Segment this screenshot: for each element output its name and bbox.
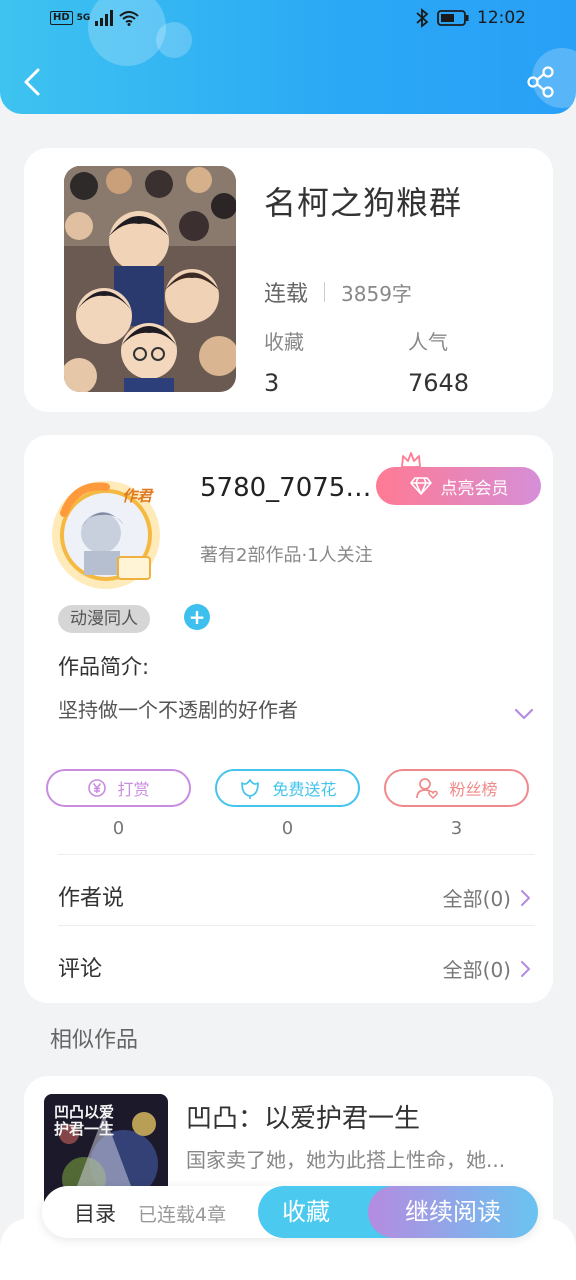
tip-label: 打赏 [117, 780, 150, 799]
serial-status: 连载 [264, 282, 309, 307]
favorites-stat: 收藏 3 [264, 326, 304, 397]
bluetooth-icon [416, 8, 429, 28]
chevron-right-icon [521, 960, 530, 977]
author-says-label: 作者说 [58, 886, 125, 911]
book-cover[interactable] [64, 166, 236, 392]
send-flower-button[interactable]: 免费送花 [215, 769, 360, 807]
author-card: 作君 5780_70758... 点亮会员 著有2部作品·1人关注 动漫同人 +… [24, 435, 553, 1003]
wifi-icon [119, 11, 139, 26]
popularity-stat: 人气 7648 [408, 326, 469, 397]
chapter-count: 已连载4章 [138, 1204, 227, 1226]
author-name[interactable]: 5780_70758... [200, 473, 380, 503]
chevron-down-icon[interactable] [513, 707, 535, 721]
avatar-badge: 作君 [122, 487, 153, 505]
comments-label: 评论 [58, 957, 103, 982]
intro-label: 作品简介: [58, 655, 150, 679]
hd-badge: HD [50, 11, 73, 25]
book-info-card: 名柯之狗粮群 连载 3859字 收藏 3 人气 7648 [24, 148, 553, 412]
book-title: 名柯之狗粮群 [264, 184, 463, 222]
author-says-link[interactable]: 全部(0) [443, 883, 531, 912]
comments-all: 全部(0) [442, 958, 511, 982]
tip-count: 0 [112, 818, 125, 839]
vip-button[interactable]: 点亮会员 [376, 467, 541, 505]
header: HD 5G 12:02 [0, 0, 576, 114]
similar-work-title: 凹凸：以爱护君一生 [186, 1104, 421, 1134]
favorites-label: 收藏 [264, 330, 304, 354]
clock: 12:02 [477, 8, 526, 28]
fan-rank-label: 粉丝榜 [449, 780, 498, 799]
word-count: 3859字 [341, 281, 412, 306]
battery-icon [437, 10, 469, 26]
book-status-row: 连载 3859字 [264, 276, 412, 308]
fan-rank-button[interactable]: 粉丝榜 [384, 769, 529, 807]
signal-icon [95, 10, 114, 26]
author-says-all: 全部(0) [442, 887, 511, 911]
toc-button[interactable]: 目录 [74, 1198, 116, 1228]
divider [58, 854, 535, 855]
divider [58, 925, 535, 926]
intro-text: 坚持做一个不透剧的好作者 [58, 698, 298, 722]
favorites-value: 3 [264, 369, 280, 397]
share-button[interactable] [526, 66, 556, 98]
similar-section-title: 相似作品 [50, 1028, 139, 1053]
chevron-right-icon [521, 889, 530, 906]
author-meta: 著有2部作品·1人关注 [200, 545, 373, 566]
vip-button-label: 点亮会员 [440, 478, 509, 499]
yen-icon [88, 779, 107, 797]
fan-icon [416, 778, 439, 799]
network-label: 5G [76, 13, 91, 23]
status-bar: HD 5G 12:02 [0, 6, 576, 34]
bottom-action-bar: 目录 已连载4章 收藏 继续阅读 [42, 1186, 538, 1238]
popularity-value: 7648 [408, 369, 470, 397]
share-icon [527, 66, 554, 98]
comments-link[interactable]: 全部(0) [443, 954, 531, 983]
cover-image [64, 166, 236, 392]
chevron-left-icon [24, 68, 40, 96]
diamond-icon [409, 477, 432, 495]
divider [324, 282, 326, 302]
similar-work-desc: 国家卖了她，她为此搭上性命，她... [186, 1148, 506, 1172]
popularity-label: 人气 [408, 330, 448, 354]
tip-button[interactable]: 打赏 [46, 769, 191, 807]
flower-count: 0 [281, 818, 294, 839]
send-flower-label: 免费送花 [272, 780, 337, 799]
add-tag-button[interactable]: + [184, 604, 210, 630]
flower-icon [241, 779, 260, 799]
back-button[interactable] [18, 62, 46, 102]
continue-reading-button[interactable]: 继续阅读 [368, 1186, 538, 1238]
fan-count: 3 [450, 818, 463, 839]
author-avatar[interactable]: 作君 [46, 473, 166, 593]
similar-cover-text: 凹凸以爱护君一生 [54, 1103, 115, 1138]
category-tag[interactable]: 动漫同人 [58, 605, 150, 633]
